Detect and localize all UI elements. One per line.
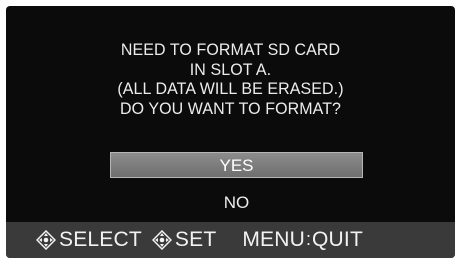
message-line-4: DO YOU WANT TO FORMAT? bbox=[119, 98, 342, 118]
format-message: NEED TO FORMAT SD CARD IN SLOT A. (ALL D… bbox=[19, 40, 441, 118]
set-hint: SET bbox=[151, 228, 217, 252]
message-line-1: NEED TO FORMAT SD CARD bbox=[120, 40, 341, 59]
select-hint: SELECT bbox=[36, 228, 142, 252]
no-option[interactable]: NO bbox=[110, 190, 363, 216]
set-label: SET bbox=[174, 228, 217, 251]
footer-hint-bar: SELECT SET MENU: QUIT bbox=[6, 222, 455, 258]
message-line-3: (ALL DATA WILL BE ERASED.) bbox=[117, 79, 344, 98]
select-label: SELECT bbox=[59, 228, 142, 251]
dpad-icon bbox=[36, 230, 56, 250]
menu-quit-hint: MENU: QUIT bbox=[242, 228, 363, 252]
quit-label: QUIT bbox=[312, 228, 363, 251]
yes-option[interactable]: YES bbox=[110, 152, 363, 178]
menu-key-label: MENU bbox=[242, 228, 305, 251]
menu-separator: : bbox=[306, 228, 312, 249]
format-dialog-screen: NEED TO FORMAT SD CARD IN SLOT A. (ALL D… bbox=[6, 6, 455, 258]
message-line-2: IN SLOT A. bbox=[189, 59, 272, 79]
dpad-icon bbox=[151, 230, 172, 250]
